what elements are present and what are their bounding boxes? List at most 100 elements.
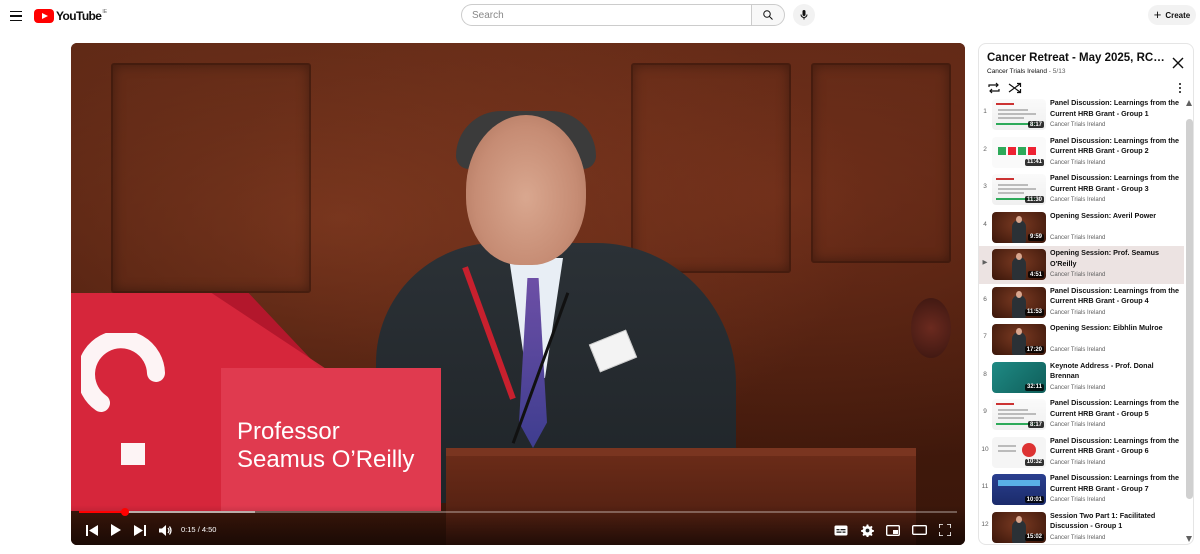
playlist-item-index: 12 — [981, 520, 989, 528]
playlist-title[interactable]: Cancer Retreat - May 2025, RCSI Dublin — [987, 52, 1167, 64]
video-thumbnail[interactable]: 10:32 — [992, 436, 1046, 468]
thumbnail-graphic — [1012, 219, 1026, 243]
video-thumbnail[interactable]: 32:11 — [992, 361, 1046, 393]
channel-name[interactable]: Cancer Trials Ireland — [1050, 535, 1105, 541]
thumbnail-graphic — [1012, 519, 1026, 543]
subtitles-button[interactable] — [833, 521, 849, 539]
thumbnail-graphic — [998, 188, 1036, 190]
duration-badge: 10:32 — [1024, 458, 1044, 466]
playlist-item[interactable]: 10 10:32 Panel Discussion: Learnings from … — [979, 434, 1184, 472]
video-thumbnail[interactable]: 11:41 — [992, 136, 1046, 168]
channel-name[interactable]: Cancer Trials Ireland — [1050, 422, 1105, 428]
video-title[interactable]: Panel Discussion: Learnings from the Cur… — [1050, 98, 1180, 119]
miniplayer-button[interactable] — [885, 521, 901, 539]
close-playlist-button[interactable] — [1172, 56, 1186, 70]
duration-badge: 11:53 — [1024, 308, 1044, 316]
scroll-up-arrow[interactable] — [1186, 100, 1192, 106]
playlist-item[interactable]: 8 32:11 Keynote Address - Prof. Donal Bren… — [979, 359, 1184, 397]
video-title[interactable]: Keynote Address - Prof. Donal Brennan — [1050, 361, 1180, 382]
shuffle-playlist-button[interactable] — [1008, 81, 1022, 94]
video-thumbnail[interactable]: 9:59 — [992, 211, 1046, 243]
video-thumbnail[interactable]: 10:01 — [992, 474, 1046, 505]
channel-name[interactable]: Cancer Trials Ireland — [1050, 160, 1105, 166]
video-thumbnail[interactable]: 8:17 — [992, 99, 1046, 130]
video-thumbnail[interactable]: 11:30 — [992, 174, 1046, 205]
duration-badge: 4:51 — [1027, 271, 1044, 278]
youtube-logo[interactable]: YouTube IE — [34, 8, 107, 24]
playlist-scrollbar[interactable] — [1184, 96, 1193, 544]
scrubber-handle[interactable] — [120, 508, 129, 516]
playlist-item[interactable]: 6 11:53 Panel Discussion: Learnings from t… — [979, 284, 1184, 322]
play-button[interactable] — [109, 521, 123, 539]
video-thumbnail[interactable]: 17:20 — [992, 324, 1046, 355]
channel-name[interactable]: Cancer Trials Ireland — [1050, 497, 1105, 503]
progress-bar[interactable] — [79, 508, 957, 516]
playlist-item[interactable]: 11 10:01 Panel Discussion: Learnings from … — [979, 471, 1184, 509]
voice-search-button[interactable] — [793, 4, 815, 26]
channel-name[interactable]: Cancer Trials Ireland — [1050, 197, 1105, 203]
video-player[interactable]: Professor Seamus O’Reilly 0:15 / 4:50 — [71, 43, 965, 545]
video-thumbnail[interactable]: 4:51 — [992, 249, 1046, 280]
video-title[interactable]: Opening Session: Eibhlin Mulroe — [1050, 323, 1180, 334]
logo-country-code: IE — [102, 9, 108, 15]
playlist-item[interactable]: 7 17:20 Opening Session: Eibhlin Mulroe Can… — [979, 321, 1184, 359]
time-separator: / — [195, 525, 202, 534]
playlist-item[interactable]: 9 8:17 Panel Discussion: Learnings from th… — [979, 396, 1184, 434]
playlist-item[interactable]: 1 8:17 Panel Discussion: Learnings from th… — [979, 96, 1184, 134]
thumbnail-graphic — [998, 480, 1040, 486]
video-thumbnail[interactable]: 15:02 — [992, 511, 1046, 543]
video-title[interactable]: Panel Discussion: Learnings from the Cur… — [1050, 398, 1180, 419]
duration-badge: 17:20 — [1024, 346, 1044, 353]
search-button[interactable] — [751, 4, 785, 26]
channel-name[interactable]: Cancer Trials Ireland — [1050, 310, 1105, 316]
video-thumbnail[interactable]: 11:53 — [992, 286, 1046, 318]
close-icon — [1172, 57, 1184, 69]
video-title[interactable]: Panel Discussion: Learnings from the Cur… — [1050, 136, 1180, 157]
thumbnail-graphic — [998, 109, 1028, 111]
scroll-down-arrow[interactable] — [1186, 536, 1192, 542]
channel-name[interactable]: Cancer Trials Ireland — [1050, 235, 1105, 241]
video-title[interactable]: Panel Discussion: Learnings from the Cur… — [1050, 286, 1180, 307]
loop-playlist-button[interactable] — [987, 81, 1001, 94]
channel-name[interactable]: Cancer Trials Ireland — [1050, 385, 1105, 391]
playlist-channel[interactable]: Cancer Trials Ireland — [987, 68, 1047, 75]
guide-menu-button[interactable] — [6, 6, 26, 26]
video-thumbnail[interactable]: 8:17 — [992, 399, 1046, 430]
thumbnail-graphic — [998, 113, 1036, 115]
playlist-item[interactable]: 2 11:41 Panel Discussion: Learnings from t… — [979, 134, 1184, 172]
search-input[interactable] — [461, 4, 751, 26]
scrollbar-thumb[interactable] — [1186, 119, 1193, 499]
channel-name[interactable]: Cancer Trials Ireland — [1050, 122, 1105, 128]
duration-badge: 10:01 — [1024, 496, 1044, 503]
search-box — [461, 4, 785, 26]
video-title[interactable]: Session Two Part 1: Facilitated Discussi… — [1050, 511, 1180, 532]
microphone-icon — [800, 10, 808, 20]
next-button[interactable] — [133, 521, 147, 539]
settings-button[interactable] — [859, 521, 875, 539]
fullscreen-button[interactable] — [937, 521, 953, 539]
theater-mode-button[interactable] — [911, 521, 927, 539]
playlist-more-button[interactable] — [1177, 81, 1183, 95]
more-vert-icon — [1179, 87, 1181, 89]
video-title[interactable]: Panel Discussion: Learnings from the Cur… — [1050, 436, 1180, 457]
duration-badge: 9:59 — [1027, 233, 1044, 241]
video-title[interactable]: Opening Session: Prof. Seamus O'Reilly — [1050, 248, 1180, 269]
playlist-item[interactable]: ▶ 4:51 Opening Session: Prof. Seamus O'Rei… — [979, 246, 1184, 284]
video-title[interactable]: Opening Session: Averil Power — [1050, 211, 1180, 222]
video-title[interactable]: Panel Discussion: Learnings from the Cur… — [1050, 173, 1180, 194]
create-button[interactable]: + Create — [1148, 5, 1196, 25]
channel-name[interactable]: Cancer Trials Ireland — [1050, 460, 1105, 466]
miniplayer-icon — [886, 524, 900, 536]
channel-name[interactable]: Cancer Trials Ireland — [1050, 347, 1105, 353]
video-frame: Professor Seamus O’Reilly — [71, 43, 965, 545]
mute-button[interactable] — [157, 521, 173, 539]
playlist-item[interactable]: 4 9:59 Opening Session: Averil Power Cancer… — [979, 209, 1184, 247]
playlist-item-index: 10 — [981, 445, 989, 453]
video-title[interactable]: Panel Discussion: Learnings from the Cur… — [1050, 473, 1180, 494]
playlist-item[interactable]: 12 15:02 Session Two Part 1: Facilitated D… — [979, 509, 1184, 545]
thumbnail-graphic — [1012, 332, 1026, 355]
channel-name[interactable]: Cancer Trials Ireland — [1050, 272, 1105, 278]
playlist-item[interactable]: 3 11:30 Panel Discussion: Learnings from t… — [979, 171, 1184, 209]
previous-button[interactable] — [85, 521, 99, 539]
next-icon — [134, 524, 146, 536]
